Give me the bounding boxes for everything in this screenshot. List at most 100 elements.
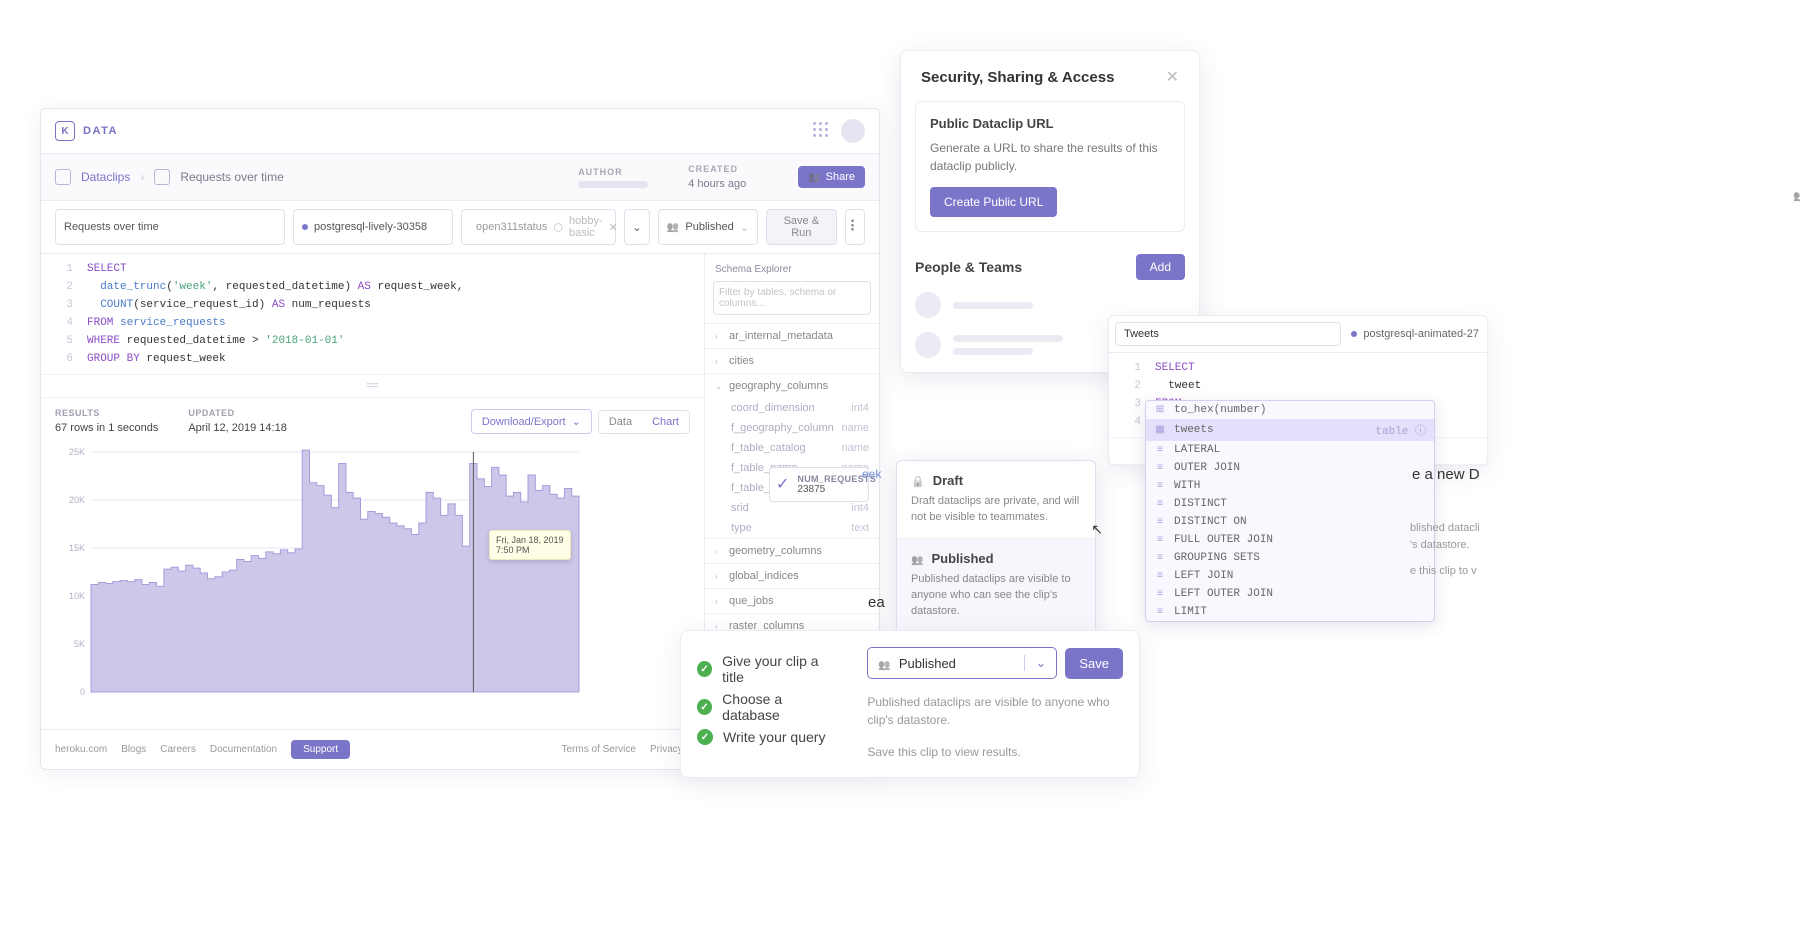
svg-text:15K: 15K [69,543,85,553]
topbar: K DATA [41,109,879,154]
published-badge: Published [1793,190,1800,202]
schema-table[interactable]: ›que_jobs [705,588,879,613]
schema-table[interactable]: ›geometry_columns [705,538,879,563]
close-icon[interactable]: ✕ [1166,67,1179,87]
autocomplete-item[interactable]: ≡WITH [1146,477,1434,495]
tweets-title-input[interactable]: Tweets [1115,322,1341,346]
autocomplete-popup: ⊞to_hex(number)▦tweetstable ⓘ≡LATERAL≡OU… [1145,400,1435,622]
schema-title: Schema Explorer [705,254,879,281]
avatar[interactable] [841,119,865,143]
title-input[interactable]: Requests over time [55,209,285,245]
save-button[interactable]: Save [1065,648,1123,679]
schema-column[interactable]: typetext [705,518,879,538]
data-tab[interactable]: Data [599,411,642,433]
footer-link[interactable]: heroku.com [55,744,107,755]
tweets-datastore[interactable]: postgresql-animated-27 [1349,322,1481,346]
created-value: 4 hours ago [688,178,778,190]
draft-option[interactable]: Draft Draft dataclips are private, and w… [897,461,1095,538]
controls-row: Requests over time postgresql-lively-303… [41,201,879,254]
hint-fragment: 's datastore. [1410,537,1540,554]
svg-text:0: 0 [80,687,85,697]
author-skeleton [578,181,648,188]
share-button[interactable]: Share [798,166,865,188]
sql-editor[interactable]: 1SELECT2 date_trunc('week', requested_da… [41,254,704,374]
hint-fragment: blished datacli [1410,520,1540,537]
checklist-item: ✓Give your clip a title [697,653,837,685]
autocomplete-item[interactable]: ≡LIMIT [1146,603,1434,621]
support-button[interactable]: Support [291,740,350,759]
hint-fragment: e this clip to v [1410,563,1540,580]
updated-value: April 12, 2019 14:18 [188,422,286,434]
chart-tab[interactable]: Chart [642,411,689,433]
schema-table[interactable]: ›cities [705,348,879,373]
breadcrumb-root[interactable]: Dataclips [81,170,130,184]
autocomplete-item[interactable]: ≡LATERAL [1146,441,1434,459]
avatar [915,332,941,358]
schema-column[interactable]: f_table_catalogname [705,438,879,458]
footer-link[interactable]: Blogs [121,744,146,755]
chart-area: 25K20K15K10K5K0 Fri, Jan 18, 20197:50 PM [41,440,704,729]
footer-link[interactable]: Documentation [210,744,277,755]
brand: K DATA [55,121,118,141]
autocomplete-item[interactable]: ≡FULL OUTER JOIN [1146,531,1434,549]
footer-link[interactable]: Careers [160,744,196,755]
autocomplete-item[interactable]: ▦tweetstable ⓘ [1146,419,1434,441]
create-url-button[interactable]: Create Public URL [930,187,1057,217]
download-button[interactable]: Download/Export⌄ [471,409,592,434]
save-hint: Save this clip to view results. [867,743,1123,761]
check-icon: ✓ [776,474,789,494]
checklist-item: ✓Write your query [697,729,837,745]
people-title: People & Teams [915,259,1022,275]
onboarding-panel: ✓Give your clip a title ✓Choose a databa… [680,630,1140,778]
autocomplete-item[interactable]: ≡GROUPING SETS [1146,549,1434,567]
cursor-icon: ↖ [1091,521,1103,538]
schema-table[interactable]: ⌄geography_columns [705,373,879,398]
autocomplete-item[interactable]: ⊞to_hex(number) [1146,401,1434,419]
security-title: Security, Sharing & Access [921,69,1114,86]
add-person-button[interactable]: Add [1136,254,1185,280]
schema-table[interactable]: ›global_indices [705,563,879,588]
view-segmented: Data Chart [598,410,690,434]
autocomplete-item[interactable]: ≡LEFT OUTER JOIN [1146,585,1434,603]
schema-column[interactable]: coord_dimensionint4 [705,398,879,418]
visibility-select[interactable]: Published⌄ [658,209,758,245]
schema-filter-input[interactable]: Filter by tables, schema or columns... [713,281,871,315]
footer-link[interactable]: Terms of Service [562,744,636,755]
publish-hint: Published dataclips are visible to anyon… [867,693,1123,729]
drag-handle[interactable]: ═ [41,374,704,398]
save-run-button[interactable]: Save & Run [766,209,837,245]
result-chart: 25K20K15K10K5K0 [55,446,585,706]
autocomplete-item[interactable]: ≡DISTINCT [1146,495,1434,513]
people-icon [878,656,890,671]
schema-table[interactable]: ›ar_internal_metadata [705,323,879,348]
svg-text:20K: 20K [69,495,85,505]
schema-column[interactable]: f_geography_columnname [705,418,879,438]
published-option[interactable]: Published Published dataclips are visibl… [897,538,1095,632]
author-meta: AUTHOR [578,167,668,188]
svg-text:25K: 25K [69,447,85,457]
chart-legend[interactable]: ✓ NUM_REQUESTS23875 [769,467,869,502]
footer-link[interactable]: Privacy [650,744,683,755]
autocomplete-item[interactable]: ≡OUTER JOIN [1146,459,1434,477]
people-icon [667,221,679,233]
public-url-title: Public Dataclip URL [930,116,1170,131]
datastore-select[interactable]: postgresql-lively-30358 [293,209,453,245]
chart-tooltip: Fri, Jan 18, 20197:50 PM [489,530,571,560]
clear-icon[interactable]: ✕ [609,221,618,234]
lock-icon [911,473,925,488]
svg-text:10K: 10K [69,591,85,601]
app-plan-chip[interactable]: open311status⬡hobby-basic✕ [461,209,616,245]
overflow-button[interactable]: ⠇ [845,209,865,245]
created-meta: CREATED 4 hours ago [688,164,778,190]
visibility-popover: Draft Draft dataclips are private, and w… [896,460,1096,633]
autocomplete-item[interactable]: ≡LEFT JOIN [1146,567,1434,585]
apps-grid-icon[interactable] [813,122,831,140]
chevron-right-icon: › [140,170,144,184]
clip-icon [154,169,170,185]
visibility-select[interactable]: Published ⌄ [867,647,1057,679]
check-icon: ✓ [697,661,712,677]
chevron-down-button[interactable]: ⌄ [624,209,650,245]
autocomplete-item[interactable]: ≡DISTINCT ON [1146,513,1434,531]
legend-value: 23875 [797,484,876,495]
ea-fragment: ea [868,594,885,611]
